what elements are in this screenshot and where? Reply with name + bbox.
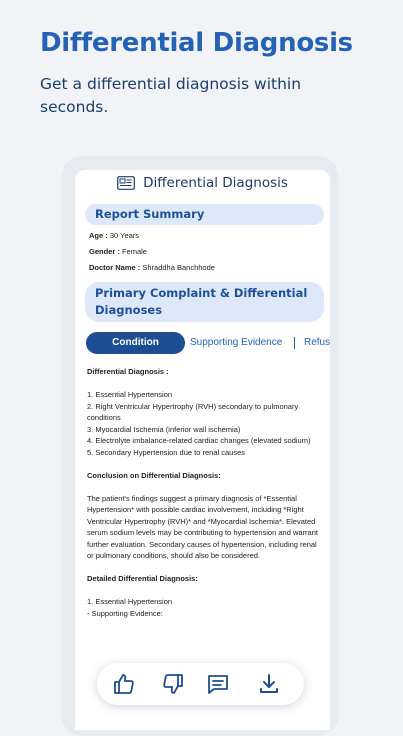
differential-diagnosis-heading: Differential Diagnosis : <box>87 367 169 376</box>
download-icon[interactable] <box>257 672 281 696</box>
thumbs-up-icon[interactable] <box>112 672 136 696</box>
doctor-label: Doctor Name : <box>89 263 141 272</box>
tab-refus[interactable]: Refus <box>304 332 330 354</box>
report-summary-header[interactable]: Report Summary <box>85 204 324 225</box>
action-bar <box>97 663 304 705</box>
list-item: 4. Electrolyte imbalance-related cardiac… <box>87 436 311 445</box>
promo-subtitle: Get a differential diagnosis within seco… <box>40 75 302 116</box>
conclusion-text: The patient's findings suggest a primary… <box>87 493 318 561</box>
age-value: 30 Years <box>109 231 140 240</box>
doctor-value: Shraddha Banchhode <box>142 263 215 272</box>
detailed-diagnosis-heading: Detailed Differential Diagnosis: <box>87 574 198 583</box>
tab-supporting-evidence[interactable]: Supporting Evidence <box>190 332 282 354</box>
promo-title: Differential Diagnosis <box>40 28 353 58</box>
tab-divider <box>294 337 295 349</box>
age-row: Age : 30 Years <box>89 231 139 240</box>
app-screen: Differential Diagnosis Report Summary Ag… <box>75 170 330 730</box>
diagnosis-content: Differential Diagnosis : 1. Essential Hy… <box>87 366 322 619</box>
screen-header: Differential Diagnosis <box>75 172 330 194</box>
screen-title: Differential Diagnosis <box>143 175 288 191</box>
list-item: 2. Right Ventricular Hypertrophy (RVH) s… <box>87 401 299 423</box>
complaint-section-header[interactable]: Primary Complaint & Differential Diagnos… <box>85 282 324 322</box>
comment-icon[interactable] <box>206 672 230 696</box>
thumbs-down-icon[interactable] <box>161 672 185 696</box>
gender-row: Gender : Female <box>89 247 147 256</box>
report-icon <box>117 176 135 190</box>
gender-label: Gender : <box>89 247 120 256</box>
list-item: 3. Myocardial Ischemia (inferior wall is… <box>87 424 241 434</box>
tab-bar: Condition Supporting Evidence Refus <box>75 332 330 356</box>
gender-value: Female <box>121 247 147 256</box>
list-item: - Supporting Evidence: <box>87 608 163 618</box>
list-item: 5. Secondary Hypertension due to renal c… <box>87 447 246 457</box>
age-label: Age : <box>89 231 108 240</box>
tab-condition[interactable]: Condition <box>86 332 185 354</box>
list-item: 1. Essential Hypertension <box>87 390 173 399</box>
list-item: 1. Essential Hypertension <box>87 597 173 606</box>
conclusion-heading: Conclusion on Differential Diagnosis: <box>87 470 221 480</box>
doctor-row: Doctor Name : Shraddha Banchhode <box>89 263 215 272</box>
